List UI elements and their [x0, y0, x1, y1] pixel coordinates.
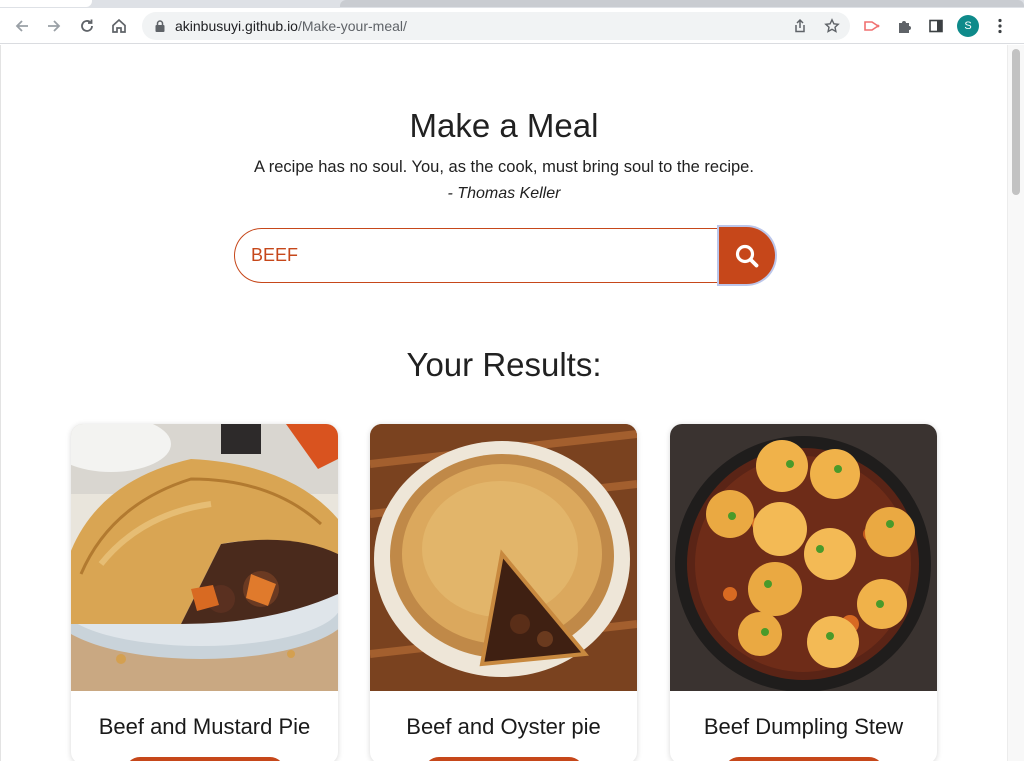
reload-icon[interactable] [73, 8, 101, 44]
recipe-card[interactable]: Beef Dumpling Stew [670, 424, 937, 761]
tab-active[interactable] [0, 0, 92, 7]
url-path: /Make-your-meal/ [297, 18, 407, 34]
page-scrollbar[interactable] [1007, 45, 1024, 761]
results-heading: Your Results: [406, 346, 602, 383]
search-button[interactable] [719, 227, 775, 284]
recipe-image[interactable] [370, 424, 637, 691]
recipe-title: Beef Dumpling Stew [703, 714, 904, 739]
recipe-title: Beef and Oyster pie [406, 714, 601, 739]
view-recipe-button[interactable] [424, 757, 584, 761]
url-host: akinbusuyi.github.io [175, 18, 298, 34]
quote-author: - Thomas Keller [447, 185, 561, 202]
tab-inactive[interactable] [340, 0, 1024, 7]
bookmark-star-icon[interactable] [818, 12, 846, 40]
recipe-image[interactable] [71, 424, 338, 691]
menu-dots-icon[interactable] [986, 8, 1014, 44]
recipe-card[interactable]: Beef and Mustard Pie [71, 424, 338, 761]
recipe-title: Beef and Mustard Pie [98, 714, 311, 739]
back-arrow-icon[interactable] [8, 8, 36, 44]
scrollbar-thumb[interactable] [1012, 49, 1020, 195]
recipe-card[interactable]: Beef and Oyster pie [370, 424, 637, 761]
share-icon[interactable] [786, 12, 814, 40]
forward-arrow-icon[interactable] [40, 8, 68, 44]
side-panel-icon[interactable] [922, 8, 950, 44]
view-recipe-button[interactable] [724, 757, 884, 761]
address-bar[interactable]: akinbusuyi.github.io/Make-your-meal/ [142, 12, 850, 40]
search-input[interactable] [234, 228, 724, 283]
tab-strip [0, 0, 1024, 8]
profile-initial: S [957, 15, 979, 37]
extension-puzzle-icon[interactable] [890, 8, 918, 44]
search-icon [735, 244, 759, 267]
profile-avatar[interactable]: S [954, 8, 982, 44]
url-text: akinbusuyi.github.io/Make-your-meal/ [175, 12, 407, 40]
home-icon[interactable] [105, 8, 133, 44]
browser-toolbar: akinbusuyi.github.io/Make-your-meal/ S [0, 8, 1024, 44]
quote-text: A recipe has no soul. You, as the cook, … [254, 158, 754, 176]
page-title: Make a Meal [409, 107, 599, 144]
view-recipe-button[interactable] [125, 757, 285, 761]
extension-cast-icon[interactable] [858, 8, 886, 44]
lock-icon[interactable] [154, 19, 166, 38]
recipe-image[interactable] [670, 424, 937, 691]
